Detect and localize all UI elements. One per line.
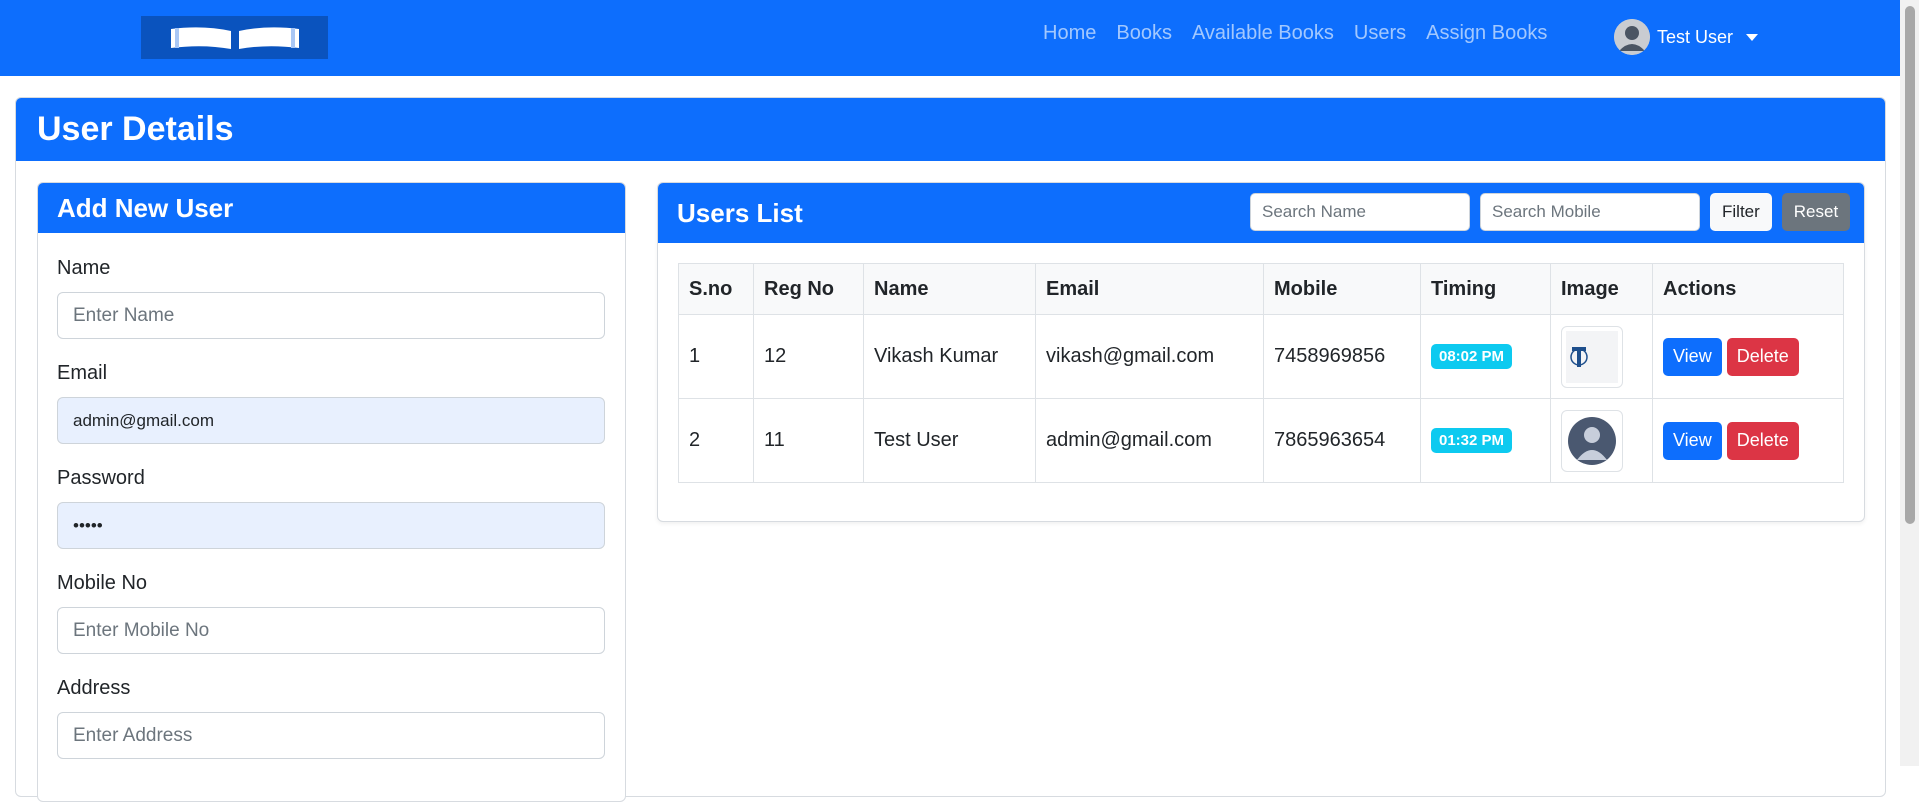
password-input[interactable] (57, 502, 605, 549)
cell-email: vikash@gmail.com (1035, 314, 1264, 399)
nav-link-available-books[interactable]: Available Books (1192, 22, 1334, 45)
users-list-header: Users List Filter Reset (658, 183, 1864, 243)
users-list-card: Users List Filter Reset S.no Reg No Name… (657, 182, 1865, 522)
cell-reg-no: 11 (753, 398, 864, 483)
user-menu-dropdown[interactable]: Test User (1614, 18, 1759, 56)
delete-button[interactable]: Delete (1726, 337, 1799, 376)
cell-actions: View Delete (1652, 314, 1844, 399)
search-name-input[interactable] (1250, 193, 1470, 231)
email-group: Email (57, 362, 606, 444)
cell-sno: 2 (678, 398, 754, 483)
email-label: Email (57, 362, 108, 384)
search-mobile-input[interactable] (1480, 193, 1700, 231)
filter-bar: Filter Reset (1250, 193, 1851, 231)
users-table: S.no Reg No Name Email Mobile Timing Ima… (678, 263, 1844, 483)
page-title: User Details (37, 110, 234, 148)
nav-link-users[interactable]: Users (1354, 22, 1406, 45)
filter-button[interactable]: Filter (1710, 193, 1772, 231)
cell-name: Vikash Kumar (863, 314, 1036, 399)
timing-badge: 01:32 PM (1431, 428, 1513, 453)
name-label: Name (57, 257, 111, 279)
cell-name: Test User (863, 398, 1036, 483)
cell-timing: 01:32 PM (1420, 398, 1551, 483)
caret-down-icon (1746, 33, 1759, 41)
timing-badge: 08:02 PM (1431, 344, 1513, 369)
view-button[interactable]: View (1663, 421, 1722, 460)
page-scrollbar[interactable] (1900, 0, 1919, 766)
cell-image (1550, 314, 1653, 399)
nav-links: Home Books Available Books Users Assign … (1043, 0, 1547, 66)
password-label: Password (57, 467, 145, 489)
tech-sans-logo-icon (1566, 330, 1618, 383)
avatar (1614, 19, 1650, 55)
cell-reg-no: 12 (753, 314, 864, 399)
column-header-image: Image (1550, 263, 1653, 315)
table-row: 2 11 Test User admin@gmail.com 786596365… (678, 398, 1844, 483)
default-avatar-icon (1566, 414, 1618, 467)
name-input[interactable] (57, 292, 605, 339)
user-image-thumbnail[interactable] (1561, 325, 1623, 388)
column-header-reg-no: Reg No (753, 263, 864, 315)
reset-button[interactable]: Reset (1781, 193, 1851, 231)
column-header-timing: Timing (1420, 263, 1551, 315)
user-avatar-icon (1614, 19, 1650, 55)
cell-actions: View Delete (1652, 398, 1844, 483)
address-label: Address (57, 677, 131, 699)
column-header-mobile: Mobile (1263, 263, 1421, 315)
address-input[interactable] (57, 712, 605, 759)
mobile-label: Mobile No (57, 572, 148, 594)
email-input[interactable] (57, 397, 605, 444)
nav-link-books[interactable]: Books (1116, 22, 1172, 45)
address-group: Address (57, 677, 606, 759)
cell-timing: 08:02 PM (1420, 314, 1551, 399)
delete-button[interactable]: Delete (1726, 421, 1799, 460)
mobile-input[interactable] (57, 607, 605, 654)
cell-mobile: 7458969856 (1263, 314, 1421, 399)
name-group: Name (57, 257, 606, 339)
add-user-header: Add New User (38, 183, 625, 233)
cell-image (1550, 398, 1653, 483)
nav-link-home[interactable]: Home (1043, 22, 1096, 45)
scrollbar-thumb[interactable] (1905, 6, 1915, 524)
cell-mobile: 7865963654 (1263, 398, 1421, 483)
nav-link-assign-books[interactable]: Assign Books (1426, 22, 1547, 45)
view-button[interactable]: View (1663, 337, 1722, 376)
mobile-group: Mobile No (57, 572, 606, 654)
column-header-actions: Actions (1652, 263, 1844, 315)
cell-email: admin@gmail.com (1035, 398, 1264, 483)
book-logo-icon[interactable] (141, 16, 328, 59)
column-header-email: Email (1035, 263, 1264, 315)
users-list-title: Users List (677, 197, 803, 228)
password-group: Password (57, 467, 606, 549)
navbar: Home Books Available Books Users Assign … (0, 0, 1900, 76)
user-image-thumbnail[interactable] (1561, 409, 1623, 472)
column-header-name: Name (863, 263, 1036, 315)
add-user-form: Name Email Password Mobile No Address (38, 257, 625, 759)
column-header-sno: S.no (678, 263, 754, 315)
add-user-title: Add New User (57, 192, 234, 223)
cell-sno: 1 (678, 314, 754, 399)
table-row: 1 12 Vikash Kumar vikash@gmail.com 74589… (678, 314, 1844, 399)
user-name: Test User (1657, 26, 1734, 47)
add-user-card: Add New User Name Email Password Mobile … (37, 182, 626, 802)
table-header-row: S.no Reg No Name Email Mobile Timing Ima… (678, 263, 1844, 315)
user-details-header: User Details (16, 98, 1885, 161)
